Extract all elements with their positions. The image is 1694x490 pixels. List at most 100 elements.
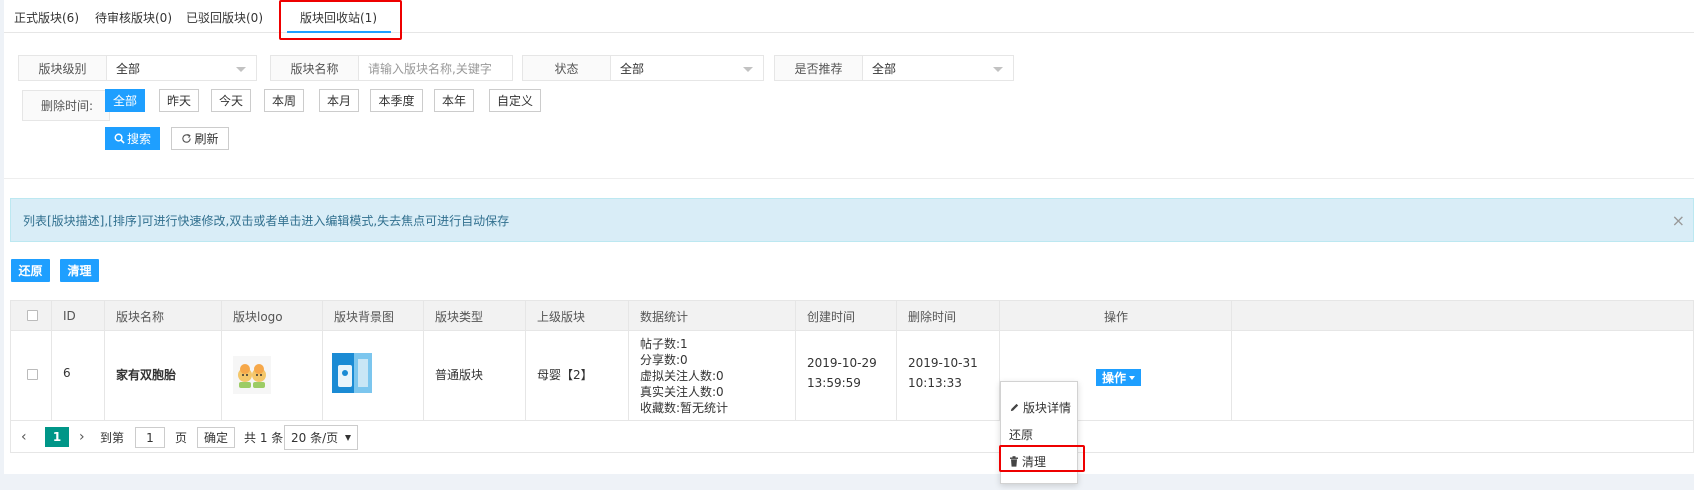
filter-level-select[interactable]: 全部 [107,56,256,80]
stat-favorites: 收藏数:暂无统计 [640,401,729,415]
table-row: 6 家有双胞胎 普通版块 母婴【2】 帖子数:1 分享数:0 虚拟关注人数:0 … [11,331,1693,421]
col-name: 版块名称 [116,309,165,324]
row-actions-dropdown[interactable]: 操作 [1096,369,1141,386]
col-parent: 上级版块 [537,309,586,324]
search-button-label: 搜索 [126,132,151,146]
deleted-date: 2019-10-31 [908,356,978,370]
date-option-week[interactable]: 本周 [264,89,304,112]
goto-suffix: 页 [175,431,188,445]
filter-level[interactable]: 版块级别 全部 [18,55,257,81]
clear-button[interactable]: 清理 [60,259,99,282]
date-option-month[interactable]: 本月 [319,89,359,112]
filter-recommend-select[interactable]: 全部 [863,56,1013,80]
date-option-custom[interactable]: 自定义 [489,89,541,112]
created-date: 2019-10-29 [807,356,877,370]
col-stats: 数据统计 [640,309,689,324]
chevron-down-icon [236,67,246,72]
forum-background-image [332,353,372,393]
search-button[interactable]: 搜索 [105,127,160,150]
menu-item-clear[interactable]: 清理 [1001,449,1077,473]
filter-status-select[interactable]: 全部 [611,56,763,80]
cell-id: 6 [63,366,71,380]
col-background: 版块背景图 [334,309,395,324]
col-type: 版块类型 [435,309,484,324]
per-page-select[interactable]: 20 条/页 [284,425,358,450]
menu-item-details-label: 版块详情 [1023,400,1072,415]
created-time: 13:59:59 [807,376,861,390]
cell-type: 普通版块 [435,368,484,382]
cell-parent: 母婴【2】 [537,368,593,382]
goto-prefix: 到第 [100,431,125,445]
goto-confirm-button[interactable]: 确定 [197,427,235,448]
chevron-down-icon [743,67,753,72]
date-option-quarter[interactable]: 本季度 [370,89,423,112]
caret-down-icon [1129,375,1135,380]
refresh-icon [182,133,192,143]
tab-pending[interactable]: 待审核版块(0) [95,9,172,26]
filter-recommend-value: 全部 [872,61,897,76]
date-option-today[interactable]: 今天 [211,89,251,112]
menu-item-restore[interactable]: 还原 [1001,422,1077,446]
divider [4,178,1694,179]
chevron-down-icon [993,67,1003,72]
col-actions: 操作 [1104,309,1129,324]
stat-shares: 分享数:0 [640,353,688,367]
menu-item-restore-label: 还原 [1009,427,1034,442]
col-logo: 版块logo [233,309,283,324]
next-page-icon[interactable]: › [79,429,85,445]
close-icon[interactable]: × [1672,211,1685,230]
filter-name-label: 版块名称 [271,56,359,80]
col-id: ID [63,309,76,323]
filter-status-label: 状态 [523,56,611,80]
background-illustration [332,353,372,393]
col-created: 创建时间 [807,309,856,324]
cell-stats: 帖子数:1 分享数:0 虚拟关注人数:0 真实关注人数:0 收藏数:暂无统计 [640,336,728,416]
filter-name[interactable]: 版块名称 请输入版块名称,关键字 [270,55,513,81]
goto-page-input[interactable]: 1 [135,427,165,448]
search-icon [114,133,125,144]
filter-status-value: 全部 [620,61,645,76]
caret-down-icon [345,435,351,441]
data-table: ID 版块名称 版块logo 版块背景图 版块类型 上级版块 数据统计 创建时间… [10,300,1694,453]
info-notice: 列表[版块描述],[排序]可进行快速修改,双击或者单击进入编辑模式,失去焦点可进… [10,198,1694,242]
stat-virtual-followers: 虚拟关注人数:0 [640,369,724,383]
filter-recommend[interactable]: 是否推荐 全部 [774,55,1014,81]
active-tab-indicator [287,31,391,33]
cell-deleted: 2019-10-31 10:13:33 [908,353,978,393]
menu-item-clear-label: 清理 [1022,454,1047,469]
current-page[interactable]: 1 [45,427,69,447]
filter-status[interactable]: 状态 全部 [522,55,764,81]
refresh-button-label: 刷新 [194,132,219,146]
cell-created: 2019-10-29 13:59:59 [807,353,877,393]
tab-official[interactable]: 正式版块(6) [14,9,79,26]
tab-recycle-bin[interactable]: 版块回收站(1) [300,9,377,26]
date-option-all[interactable]: 全部 [105,89,145,112]
menu-item-details[interactable]: 版块详情 [1001,395,1077,419]
tab-rejected[interactable]: 已驳回版块(0) [186,9,263,26]
filter-level-label: 版块级别 [19,56,107,80]
date-option-year[interactable]: 本年 [434,89,474,112]
stat-real-followers: 真实关注人数:0 [640,385,724,399]
twins-illustration [238,364,266,388]
filter-name-input[interactable]: 请输入版块名称,关键字 [359,56,512,80]
main-panel: 正式版块(6) 待审核版块(0) 已驳回版块(0) 版块回收站(1) 版块级别 … [4,0,1694,484]
refresh-button[interactable]: 刷新 [171,127,229,150]
per-page-value: 20 条/页 [291,431,339,445]
filter-level-value: 全部 [116,61,141,76]
select-all-checkbox[interactable] [27,310,38,321]
restore-button[interactable]: 还原 [11,259,50,282]
row-actions-menu: 版块详情 还原 清理 [1000,381,1078,484]
delete-time-label: 删除时间: [22,90,110,121]
table-header: ID 版块名称 版块logo 版块背景图 版块类型 上级版块 数据统计 创建时间… [11,301,1693,331]
total-count: 共 1 条 [244,431,284,445]
trash-icon [1010,455,1018,467]
filter-recommend-label: 是否推荐 [775,56,863,80]
pencil-icon [1010,403,1019,411]
row-checkbox[interactable] [27,369,38,380]
tab-bar: 正式版块(6) 待审核版块(0) 已驳回版块(0) 版块回收站(1) [4,0,1694,33]
col-deleted: 删除时间 [908,309,957,324]
date-option-yesterday[interactable]: 昨天 [159,89,199,112]
prev-page-icon[interactable]: ‹ [21,429,27,445]
notice-text: 列表[版块描述],[排序]可进行快速修改,双击或者单击进入编辑模式,失去焦点可进… [23,213,510,228]
forum-logo-image [233,356,271,394]
